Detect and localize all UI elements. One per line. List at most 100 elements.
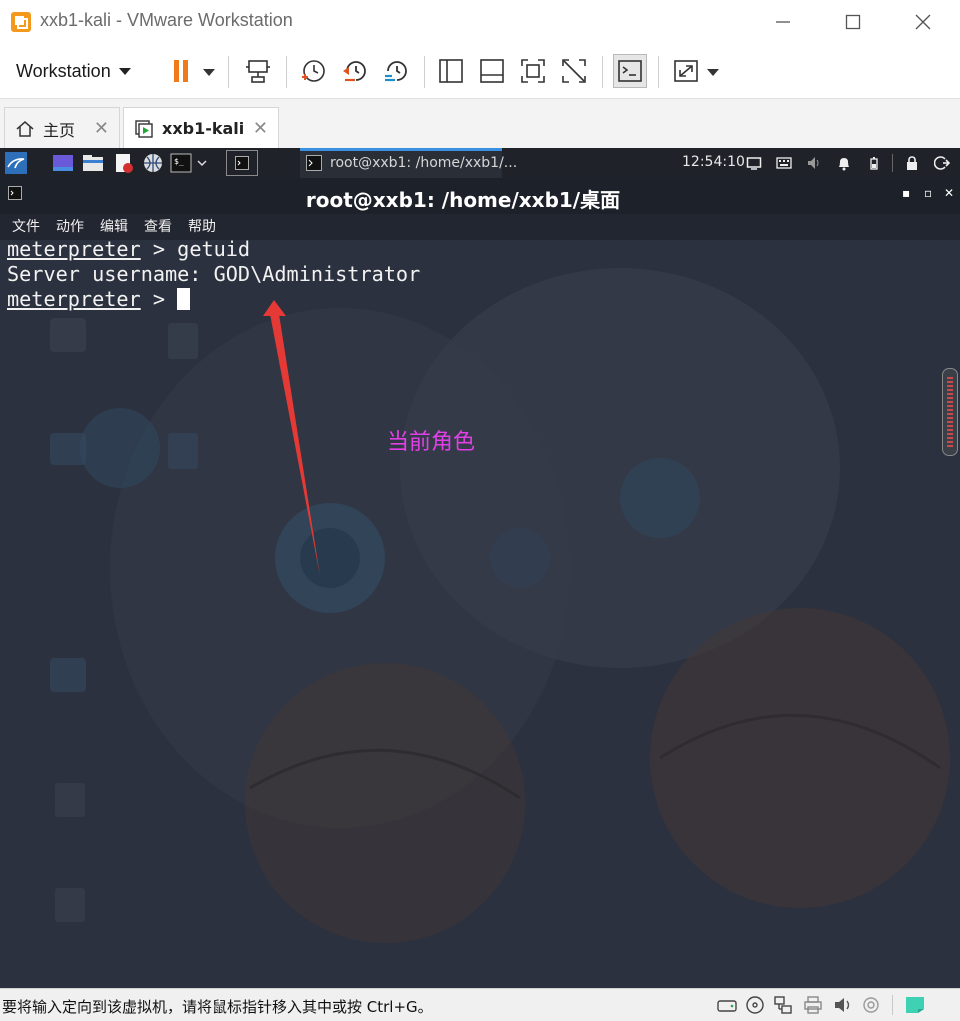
terminal-close-button[interactable]: ✕ — [944, 186, 954, 200]
menu-actions[interactable]: 动作 — [56, 216, 84, 236]
statusbar-divider — [892, 995, 893, 1015]
fullscreen-icon — [521, 59, 545, 83]
taskbar-terminal-task[interactable]: root@xxb1: /home/xxb1/... — [300, 148, 517, 178]
unity-button[interactable] — [557, 54, 591, 88]
vmware-toolbar: Workstation — [0, 44, 960, 98]
toolbar-divider — [286, 56, 287, 88]
terminal-window-titlebar[interactable]: root@xxb1: /home/xxb1/桌面 ▪ ▫ ✕ — [0, 178, 960, 214]
maximize-icon — [845, 14, 861, 30]
show-desktop-icon[interactable] — [52, 152, 74, 174]
terminal-minimize-button[interactable]: ▪ — [902, 186, 910, 200]
show-library-button[interactable] — [434, 54, 468, 88]
text-editor-icon[interactable] — [112, 152, 134, 174]
lock-icon[interactable] — [904, 155, 920, 171]
menu-view[interactable]: 查看 — [144, 216, 172, 236]
keyboard-icon[interactable] — [776, 155, 792, 171]
hard-disk-icon[interactable] — [716, 995, 738, 1015]
text-cursor — [177, 288, 191, 310]
snapshot-manager-button[interactable] — [379, 54, 413, 88]
display-icon[interactable] — [746, 155, 762, 171]
status-message: 要将输入定向到该虚拟机，请将鼠标指针移入其中或按 Ctrl+G。 — [2, 998, 433, 1016]
stretch-dropdown-icon[interactable] — [707, 69, 719, 76]
notification-bell-icon[interactable] — [836, 155, 852, 171]
logout-icon[interactable] — [934, 155, 950, 171]
vmware-statusbar: 要将输入定向到该虚拟机，请将鼠标指针移入其中或按 Ctrl+G。 — [0, 988, 960, 1021]
close-button[interactable] — [900, 0, 946, 44]
terminal-line: meterpreter > — [7, 287, 420, 312]
network-computer-icon — [246, 60, 270, 83]
svg-text:$_: $_ — [174, 157, 184, 166]
console-view-button[interactable] — [613, 54, 647, 88]
minimize-button[interactable] — [760, 0, 806, 44]
vmware-app-icon — [11, 12, 31, 32]
workstation-menu-label: Workstation — [16, 60, 111, 81]
pause-button[interactable] — [164, 54, 198, 88]
network-adapter-icon[interactable] — [772, 995, 794, 1015]
vm-running-icon — [135, 119, 153, 138]
revert-snapshot-button[interactable] — [338, 54, 372, 88]
tab-xxb1-kali[interactable]: xxb1-kali ✕ — [123, 107, 279, 149]
bottom-panel-layout-icon — [480, 59, 504, 83]
command-output: Server username: GOD\Administrator — [7, 262, 421, 286]
meterpreter-prompt: meterpreter — [7, 287, 141, 311]
window-titlebar: xxb1-kali - VMware Workstation — [0, 0, 960, 44]
snapshot-clock-icon — [302, 60, 325, 82]
display-settings-icon[interactable] — [860, 995, 882, 1015]
taskbar-task-label: root@xxb1: /home/xxb1/... — [330, 155, 518, 171]
unity-disabled-icon — [562, 59, 586, 83]
terminal-launcher-icon[interactable]: $_ — [170, 152, 192, 174]
toolbar-divider — [424, 56, 425, 88]
vm-tab-bar: 主页 ✕ xxb1-kali ✕ — [0, 98, 960, 149]
close-icon[interactable]: ✕ — [253, 118, 268, 139]
file-manager-icon[interactable] — [82, 152, 104, 174]
cd-dvd-icon[interactable] — [744, 995, 766, 1015]
toolbar-divider — [658, 56, 659, 88]
terminal-output[interactable]: meterpreter > getuid Server username: GOD… — [7, 237, 420, 312]
chevron-down-icon[interactable] — [195, 152, 209, 174]
battery-icon[interactable] — [866, 155, 882, 171]
panel-clock[interactable]: 12:54:10 — [682, 154, 745, 170]
terminal-maximize-button[interactable]: ▫ — [924, 186, 932, 200]
close-icon[interactable]: ✕ — [94, 118, 109, 139]
pause-dropdown-icon[interactable] — [203, 69, 215, 76]
close-icon — [915, 14, 931, 30]
revert-snapshot-icon — [343, 61, 366, 82]
command-text: > — [140, 287, 178, 311]
terminal-line: meterpreter > getuid — [7, 237, 420, 262]
terminal-scrollbar[interactable] — [942, 368, 958, 456]
home-icon — [16, 120, 34, 137]
toolbar-divider — [228, 56, 229, 88]
snapshot-manager-icon — [385, 61, 407, 82]
workspace-switcher[interactable] — [226, 150, 258, 176]
sound-card-icon[interactable] — [832, 995, 854, 1015]
volume-icon[interactable] — [806, 155, 822, 171]
tab-xxb1-kali-label: xxb1-kali — [162, 119, 245, 138]
message-log-icon[interactable] — [904, 995, 926, 1015]
window-title: xxb1-kali - VMware Workstation — [40, 10, 293, 30]
meterpreter-prompt: meterpreter — [7, 237, 141, 261]
sidebar-layout-icon — [439, 59, 463, 83]
show-thumbnail-bar-button[interactable] — [475, 54, 509, 88]
terminal-window-title: root@xxb1: /home/xxb1/桌面 — [305, 188, 621, 212]
kali-menu-icon[interactable] — [5, 152, 27, 174]
scrollbar-grip[interactable] — [947, 377, 953, 447]
vm-guest-display[interactable]: $_ root@xxb1: /home/xxb1/... 12:54:10 ro… — [0, 148, 960, 988]
printer-icon[interactable] — [802, 995, 824, 1015]
stretch-icon — [674, 60, 698, 82]
terminal-icon — [306, 155, 322, 171]
menu-file[interactable]: 文件 — [12, 216, 40, 236]
web-browser-icon[interactable] — [142, 152, 164, 174]
tab-home[interactable]: 主页 ✕ — [4, 107, 120, 149]
annotation-label: 当前角色 — [387, 430, 476, 455]
take-snapshot-button[interactable] — [296, 54, 330, 88]
workstation-menu[interactable]: Workstation — [8, 56, 139, 86]
full-screen-button[interactable] — [516, 54, 550, 88]
send-ctrl-alt-del-button[interactable] — [241, 54, 275, 88]
stretch-guest-button[interactable] — [669, 54, 703, 88]
terminal-icon — [235, 156, 249, 170]
terminal-line: Server username: GOD\Administrator — [7, 262, 420, 287]
menu-help[interactable]: 帮助 — [188, 216, 216, 236]
maximize-button[interactable] — [830, 0, 876, 44]
menu-edit[interactable]: 编辑 — [100, 216, 128, 236]
pause-icon — [174, 60, 188, 82]
